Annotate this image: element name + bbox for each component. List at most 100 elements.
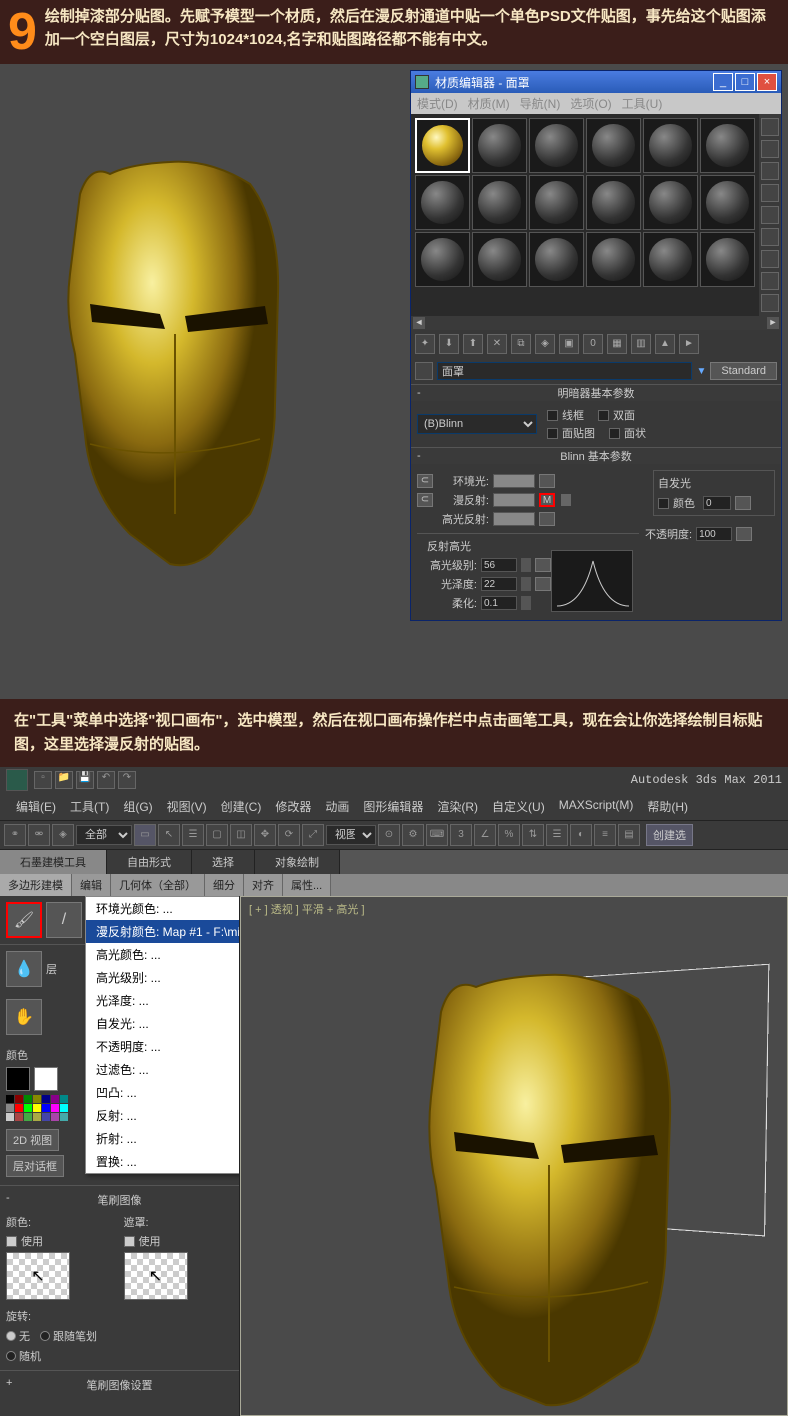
diffuse-map-button[interactable]: M — [539, 493, 555, 507]
opacity-input[interactable] — [696, 527, 732, 541]
get-material-icon[interactable]: ✦ — [415, 334, 435, 354]
unlink-icon[interactable]: ⚮ — [28, 824, 50, 846]
dropdown-arrow-icon[interactable]: ▼ — [696, 366, 706, 377]
filter-select[interactable]: 全部 — [76, 825, 132, 845]
menu-modifiers[interactable]: 修改器 — [271, 796, 315, 817]
menu-animation[interactable]: 动画 — [321, 796, 353, 817]
sample-uv-icon[interactable] — [761, 184, 779, 202]
rollout-toggle-icon[interactable]: - — [417, 387, 421, 399]
manipulate-icon[interactable]: ⚙ — [402, 824, 424, 846]
btn-layer-dialog[interactable]: 层对话框 — [6, 1155, 64, 1177]
btn-2d-view[interactable]: 2D 视图 — [6, 1129, 59, 1151]
rot-none-radio[interactable] — [6, 1331, 16, 1341]
center-icon[interactable]: ⊙ — [378, 824, 400, 846]
rollout-toggle-icon[interactable]: - — [417, 450, 421, 462]
subtab-geometry[interactable]: 几何体（全部） — [111, 874, 205, 896]
select-arrow-icon[interactable]: ↖ — [158, 824, 180, 846]
spin-down-icon[interactable] — [521, 565, 531, 572]
put-to-scene-icon[interactable]: ⬇ — [439, 334, 459, 354]
menu-views[interactable]: 视图(V) — [163, 796, 211, 817]
ctx-specular[interactable]: 高光颜色: ... — [86, 943, 240, 966]
redo-icon[interactable]: ↷ — [118, 771, 136, 789]
subtab-poly[interactable]: 多边形建模 — [0, 874, 72, 896]
ctx-opacity[interactable]: 不透明度: ... — [86, 1035, 240, 1058]
spinner-snap-icon[interactable]: ⇅ — [522, 824, 544, 846]
mat-map-nav-icon[interactable] — [761, 294, 779, 312]
rollout-toggle-icon[interactable]: + — [6, 1377, 12, 1389]
ctx-displace[interactable]: 置换: ... — [86, 1150, 240, 1173]
minimize-button[interactable]: _ — [713, 73, 733, 91]
ctx-bump[interactable]: 凹凸: ... — [86, 1081, 240, 1104]
spin-up-icon[interactable] — [521, 596, 531, 603]
material-slot-15[interactable] — [529, 232, 584, 287]
material-type-button[interactable]: Standard — [710, 362, 777, 380]
assign-icon[interactable]: ⬆ — [463, 334, 483, 354]
angle-snap-icon[interactable]: ∠ — [474, 824, 496, 846]
material-slot-12[interactable] — [700, 175, 755, 230]
brush-tool-button[interactable]: 🖌 — [6, 902, 42, 938]
ctx-selfillum[interactable]: 自发光: ... — [86, 1012, 240, 1035]
options-icon[interactable] — [761, 250, 779, 268]
menu-group[interactable]: 组(G) — [119, 796, 156, 817]
max-logo-icon[interactable] — [6, 769, 28, 791]
shader-select[interactable]: (B)Blinn — [417, 414, 537, 434]
put-to-lib-icon[interactable]: ▣ — [559, 334, 579, 354]
rotate-icon[interactable]: ⟳ — [278, 824, 300, 846]
spin-down-icon[interactable] — [521, 584, 531, 591]
material-slot-8[interactable] — [472, 175, 527, 230]
spin-down-icon[interactable] — [521, 603, 531, 610]
new-icon[interactable]: ▫ — [34, 771, 52, 789]
select-by-mat-icon[interactable] — [761, 272, 779, 290]
material-slot-9[interactable] — [529, 175, 584, 230]
double-checkbox[interactable] — [598, 410, 609, 421]
material-slot-14[interactable] — [472, 232, 527, 287]
tab-graphite[interactable]: 石墨建模工具 — [0, 850, 107, 874]
ambient-map-button[interactable] — [539, 474, 555, 488]
ctx-filter[interactable]: 过滤色: ... — [86, 1058, 240, 1081]
ctx-speclevel[interactable]: 高光级别: ... — [86, 966, 240, 989]
rollout-toggle-icon[interactable]: - — [6, 1192, 10, 1204]
gloss-map-button[interactable] — [535, 577, 551, 591]
foreground-color[interactable] — [6, 1067, 30, 1091]
hand-tool-button[interactable]: ✋ — [6, 999, 42, 1035]
subtab-edit[interactable]: 编辑 — [72, 874, 111, 896]
material-slot-3[interactable] — [529, 118, 584, 173]
subtab-props[interactable]: 属性... — [283, 874, 331, 896]
select-icon[interactable]: ▭ — [134, 824, 156, 846]
material-slot-2[interactable] — [472, 118, 527, 173]
material-slot-18[interactable] — [700, 232, 755, 287]
create-selection-button[interactable]: 创建选 — [646, 824, 693, 846]
spin-up-icon[interactable] — [521, 558, 531, 565]
coord-select[interactable]: 视图 — [326, 825, 376, 845]
material-slot-5[interactable] — [643, 118, 698, 173]
color-palette[interactable] — [6, 1095, 62, 1121]
ctx-ambient[interactable]: 环境光颜色: ... — [86, 897, 240, 920]
menu-create[interactable]: 创建(C) — [217, 796, 266, 817]
specular-swatch[interactable] — [493, 512, 535, 526]
use-color-checkbox[interactable]: ✓ — [6, 1236, 17, 1247]
make-unique-icon[interactable]: ◈ — [535, 334, 555, 354]
link-icon[interactable]: ⚭ — [4, 824, 26, 846]
material-slot-1[interactable] — [415, 118, 470, 173]
titlebar[interactable]: 材质编辑器 - 面罩 _ □ × — [411, 71, 781, 93]
speclevel-input[interactable] — [481, 558, 517, 572]
open-icon[interactable]: 📁 — [55, 771, 73, 789]
subtab-subdiv[interactable]: 细分 — [205, 874, 244, 896]
menu-material[interactable]: 材质(M) — [468, 95, 510, 112]
video-check-icon[interactable] — [761, 206, 779, 224]
material-slot-7[interactable] — [415, 175, 470, 230]
viewport-3d[interactable]: [ + ] 透视 ] 平滑 + 高光 ] — [240, 896, 788, 1416]
keyboard-icon[interactable]: ⌨ — [426, 824, 448, 846]
copy-icon[interactable]: ⧉ — [511, 334, 531, 354]
background-color[interactable] — [34, 1067, 58, 1091]
selflight-map-button[interactable] — [735, 496, 751, 510]
use-mask-checkbox[interactable]: ✓ — [124, 1236, 135, 1247]
slot-scrollbar[interactable]: ◄ ► — [411, 316, 781, 330]
diffuse-swatch[interactable] — [493, 493, 535, 507]
blur-tool-button[interactable]: 💧 — [6, 951, 42, 987]
percent-snap-icon[interactable]: % — [498, 824, 520, 846]
material-slot-4[interactable] — [586, 118, 641, 173]
viewport-label[interactable]: [ + ] 透视 ] 平滑 + 高光 ] — [249, 901, 365, 917]
selflight-checkbox[interactable] — [658, 498, 669, 509]
menu-mode[interactable]: 模式(D) — [417, 95, 458, 112]
